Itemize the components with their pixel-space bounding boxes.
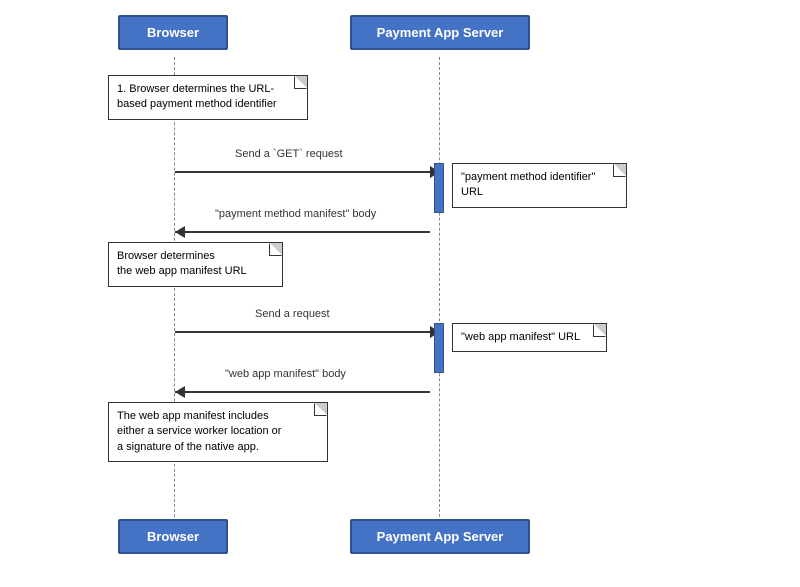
note-payment-method-id-text: "payment method identifier" URL xyxy=(461,171,595,198)
sequence-diagram: Browser Payment App Server 1. Browser de… xyxy=(0,0,800,587)
server-top-box: Payment App Server xyxy=(350,15,530,50)
send-request-label: Send a request xyxy=(255,308,330,320)
manifest-body-line xyxy=(175,231,430,233)
server-activation-2 xyxy=(434,323,444,373)
web-manifest-body-line xyxy=(175,391,430,393)
note-web-app-manifest-url-server: "web app manifest" URL xyxy=(452,323,607,352)
server-activation-1 xyxy=(434,163,444,213)
server-lifeline xyxy=(439,57,440,532)
manifest-body-label: "payment method manifest" body xyxy=(215,208,376,220)
web-manifest-body-arrow: "web app manifest" body xyxy=(175,382,440,402)
get-request-label: Send a `GET` request xyxy=(235,148,343,160)
browser-bottom-box: Browser xyxy=(118,519,228,554)
note-web-app-manifest-includes-text: The web app manifest includeseither a se… xyxy=(117,410,281,453)
manifest-body-arrow: "payment method manifest" body xyxy=(175,222,440,242)
get-request-arrow: Send a `GET` request xyxy=(175,162,440,182)
server-bottom-box: Payment App Server xyxy=(350,519,530,554)
send-request-arrow: Send a request xyxy=(175,322,440,342)
send-request-line xyxy=(175,331,430,333)
get-request-line xyxy=(175,171,430,173)
note-web-app-manifest-includes: The web app manifest includeseither a se… xyxy=(108,402,328,462)
note-browser-determines-url: 1. Browser determines the URL-based paym… xyxy=(108,75,308,120)
note-web-app-manifest-url: Browser determinesthe web app manifest U… xyxy=(108,242,283,287)
note-payment-method-id-url: "payment method identifier" URL xyxy=(452,163,627,208)
web-manifest-body-arrowhead xyxy=(175,386,185,398)
web-manifest-body-label: "web app manifest" body xyxy=(225,368,346,380)
note-web-app-manifest-text: Browser determinesthe web app manifest U… xyxy=(117,250,247,277)
note-web-app-manifest-url-text: "web app manifest" URL xyxy=(461,331,580,343)
browser-top-box: Browser xyxy=(118,15,228,50)
manifest-body-arrowhead xyxy=(175,226,185,238)
